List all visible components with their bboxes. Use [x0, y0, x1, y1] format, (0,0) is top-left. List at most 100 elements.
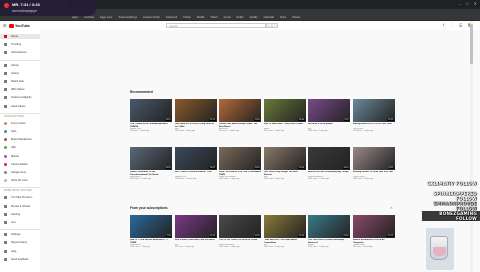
- sidebar-item[interactable]: eBS Videos: [0, 87, 40, 92]
- bookmark-item[interactable]: Supercoolthings: [118, 16, 137, 19]
- bookmark-item[interactable]: Gmail: [224, 16, 231, 19]
- video-card[interactable]: 10:45 This Time a Guy Forgot The Best Mom…: [263, 147, 306, 181]
- video-thumbnail[interactable]: 19:19: [263, 215, 306, 238]
- close-window-button[interactable]: ✕: [474, 2, 477, 6]
- sidebar-item-label: Subscriptions: [11, 51, 27, 55]
- video-card[interactable]: 19:19 I Was Not Lost - 2019 Was Awful Com…: [263, 215, 306, 249]
- bookmark-item[interactable]: Calendar: [264, 16, 275, 19]
- sidebar-item[interactable]: Garage Guru: [0, 170, 40, 175]
- apps-grid-icon[interactable]: ⋮: [450, 23, 454, 27]
- channel-avatar: [4, 146, 7, 150]
- sidebar-item[interactable]: Trending: [0, 42, 40, 47]
- video-card[interactable]: 20:02 WHY I WENT ON AN EXHAUST TRIP Garage…: [174, 147, 217, 181]
- sidebar-item[interactable]: ADL: [0, 145, 40, 150]
- sidebar-item[interactable]: Stan: [0, 129, 40, 134]
- video-thumbnail[interactable]: 25:40: [308, 215, 350, 238]
- sidebar-item[interactable]: Videos to Magnify: [0, 95, 40, 100]
- sidebar-item[interactable]: Send feedback: [0, 257, 40, 262]
- search-button[interactable]: ⌕: [266, 23, 278, 28]
- video-thumbnail[interactable]: 18:40: [263, 99, 306, 122]
- video-thumbnail[interactable]: 10:45: [263, 147, 306, 170]
- video-card[interactable]: 25:40 The Test Drive Of Entire Workshop -…: [308, 215, 350, 249]
- video-card[interactable]: 11:20 Who Is Best Fixed With Cool Gift Id…: [174, 215, 217, 249]
- sidebar-item[interactable]: Library: [0, 63, 40, 68]
- video-thumbnail[interactable]: 12:12: [352, 215, 395, 238]
- youtube-logo[interactable]: YouTube: [9, 24, 30, 28]
- sidebar-item[interactable]: Help: [0, 249, 40, 254]
- channel-avatar: [4, 162, 7, 166]
- video-card[interactable]: 12:12 Wildest Encounters of 2019 All Cate…: [352, 215, 395, 249]
- video-thumbnail[interactable]: 7:45: [130, 215, 172, 238]
- video-thumbnail[interactable]: 16:20: [130, 147, 172, 170]
- video-card[interactable]: 11:03 Tallest Cute Beast Recipe Video: Th…: [219, 99, 261, 133]
- bookmark-item[interactable]: Eggs Lime: [100, 16, 112, 19]
- video-thumbnail[interactable]: 22:15: [174, 99, 217, 122]
- follower-alert: EMMAOHPROUDE FOLLOW: [433, 201, 477, 211]
- sidebar-item-label: Stan: [11, 130, 17, 133]
- sidebar-item[interactable]: Bravo Wanderlust: [0, 137, 40, 142]
- bookmark-item[interactable]: Facebook: [166, 16, 177, 19]
- maximize-button[interactable]: □: [466, 2, 468, 6]
- video-card[interactable]: 14:22 THE THREE MOST EMBARRASSING THINGS G…: [130, 99, 172, 133]
- video-thumbnail[interactable]: 11:03: [219, 99, 261, 122]
- video-card[interactable]: 7:45 Dad 12 7 Pick Sensor Movement 1 / 1 …: [130, 215, 172, 249]
- bookmark-item[interactable]: Netflix: [236, 16, 243, 19]
- video-duration: 13:33: [253, 167, 260, 169]
- sidebar-item[interactable]: History: [0, 71, 40, 76]
- video-card[interactable]: 15:10 Before the Fear of Breaking Big Thi…: [308, 147, 350, 181]
- video-card[interactable]: 14:05 This is 103 Times Pro Level to Chec…: [219, 215, 261, 249]
- sidebar-item[interactable]: Gaming: [0, 212, 40, 217]
- video-thumbnail[interactable]: 13:33: [219, 147, 261, 170]
- video-card[interactable]: 13:33 FIRST GOODBYE FOR THE COMPANIES THE…: [219, 147, 261, 181]
- video-card[interactable]: 22:15 THIS WAS SO STUPID: Fixing Drive to…: [174, 99, 217, 133]
- stream-overlay: MR. 7:31 / 3:33 accessibrepeppe: [0, 0, 96, 16]
- hamburger-menu-icon[interactable]: ☰: [3, 23, 7, 28]
- bookmark-item[interactable]: Photos: [292, 16, 300, 19]
- video-meta: Bravo Wanderlust 210K views · 3 days ago: [219, 244, 261, 249]
- sidebar-icon: [4, 35, 7, 38]
- bookmark-item[interactable]: Spotify: [250, 16, 258, 19]
- video-thumbnail[interactable]: 20:02: [174, 147, 217, 170]
- sidebar-item[interactable]: Liked videos: [0, 104, 40, 109]
- sidebar-item[interactable]: Marwa: [0, 154, 40, 159]
- sidebar-item[interactable]: Subscriptions: [0, 50, 40, 55]
- bookmark-item[interactable]: Twitter: [183, 16, 191, 19]
- notifications-bell-icon[interactable]: 🔔︎: [459, 23, 463, 27]
- sidebar-item[interactable]: Live: [0, 220, 40, 225]
- video-thumbnail[interactable]: 15:10: [308, 147, 350, 170]
- sidebar-divider: [0, 187, 40, 188]
- search-input[interactable]: Search: [166, 23, 266, 28]
- scrollbar-thumb[interactable]: [470, 24, 473, 64]
- bookmark-item[interactable]: Amazon Smile: [143, 16, 160, 19]
- sidebar-item[interactable]: Watch later: [0, 79, 40, 84]
- upload-icon[interactable]: ⇪: [442, 23, 445, 27]
- bookmark-item[interactable]: Apps: [72, 16, 78, 19]
- bookmark-item[interactable]: Twitch: [210, 16, 217, 19]
- minimize-button[interactable]: –: [459, 2, 461, 6]
- sidebar-item[interactable]: Show 20 more: [0, 178, 40, 183]
- bookmark-item[interactable]: YouTube: [84, 16, 94, 19]
- video-card[interactable]: 9:12 No home a lot of people ADL 320K views…: [308, 99, 350, 133]
- video-thumbnail[interactable]: 14:22: [130, 99, 172, 122]
- sidebar-item[interactable]: Report history: [0, 240, 40, 245]
- video-thumbnail[interactable]: 11:20: [174, 215, 217, 238]
- video-card[interactable]: 16:20 Guard Committee Of the Transformati…: [130, 147, 172, 181]
- sidebar-item[interactable]: YouTube Premium: [0, 195, 40, 200]
- video-thumbnail[interactable]: 12:55: [352, 99, 395, 122]
- video-card[interactable]: 12:55 Makeup Brush For 10 Of Us Test Time…: [352, 99, 395, 133]
- sidebar-item[interactable]: Fuzzy Antics: [0, 121, 40, 126]
- bookmark-item[interactable]: Reddit: [197, 16, 205, 19]
- sidebar-item[interactable]: Settings: [0, 232, 40, 237]
- video-thumbnail[interactable]: 8:30: [352, 147, 395, 170]
- sidebar-item[interactable]: Movies & Shows: [0, 204, 40, 209]
- bookmark-item[interactable]: Drive: [280, 16, 286, 19]
- sidebar-item[interactable]: Home: [0, 34, 40, 39]
- close-section-icon[interactable]: ✕: [390, 206, 393, 210]
- sidebar-icon: [4, 51, 7, 55]
- video-card[interactable]: 8:30 Sending Flower To Grow Fast In A Yea…: [352, 147, 395, 181]
- follower-alert: BONEZGAMING FOLLOW: [422, 211, 480, 221]
- video-thumbnail[interactable]: 14:05: [219, 215, 261, 238]
- sidebar-item[interactable]: Cannot Delete: [0, 162, 40, 167]
- video-thumbnail[interactable]: 9:12: [308, 99, 350, 122]
- video-card[interactable]: 18:40 How To Start Stuff - Jerry Does It …: [263, 99, 306, 133]
